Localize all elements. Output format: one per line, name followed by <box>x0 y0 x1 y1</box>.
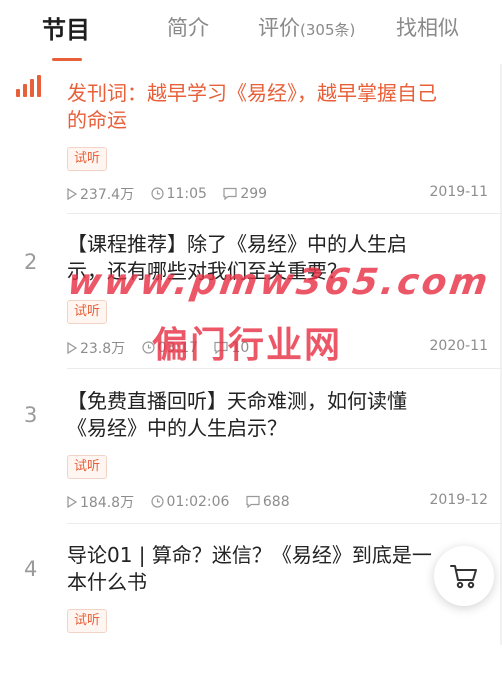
episode-date: 2019-11 <box>429 184 489 200</box>
cart-button[interactable] <box>434 546 494 606</box>
tab-reviews-count: (305条) <box>300 21 356 39</box>
episode-title: 发刊词：越早学习《易经》，越早掌握自己的命运 <box>67 81 437 132</box>
episode-date: 2020-11 <box>429 338 489 354</box>
episode-item[interactable]: 发刊词：越早学习《易经》，越早掌握自己的命运 试听 237.4万 11:05 2… <box>0 64 502 214</box>
episode-meta: 237.4万 11:05 299 <box>67 184 279 204</box>
play-count-icon <box>67 188 77 200</box>
trial-badge: 试听 <box>67 455 107 479</box>
tab-intro[interactable]: 简介 <box>167 12 209 42</box>
play-count: 184.8万 <box>80 495 135 511</box>
play-count: 237.4万 <box>80 187 135 203</box>
clock-icon <box>150 187 164 200</box>
episode-date: 2019-12 <box>429 492 489 508</box>
tab-similar[interactable]: 找相似 <box>396 12 459 42</box>
episode-title: 导论01 | 算命？迷信？《易经》到底是一本什么书 <box>67 543 432 594</box>
active-tab-indicator <box>52 58 82 61</box>
duration: 11:05 <box>166 185 207 202</box>
trial-badge: 试听 <box>67 300 107 324</box>
episode-item[interactable]: 4 导论01 | 算命？迷信？《易经》到底是一本什么书 试听 <box>0 524 502 674</box>
play-count-icon <box>67 342 77 354</box>
tab-reviews[interactable]: 评价(305条) <box>258 12 355 42</box>
watermark-text: 偏门行业网 <box>152 325 343 366</box>
clock-icon <box>150 495 164 508</box>
divider <box>67 368 502 369</box>
trial-badge: 试听 <box>67 147 107 171</box>
tab-reviews-label: 评价 <box>258 16 300 40</box>
episode-meta: 184.8万 01:02:06 688 <box>67 492 302 512</box>
comment-count: 688 <box>262 493 290 510</box>
duration: 01:02:06 <box>166 493 230 510</box>
episode-title: 【免费直播回听】天命难测，如何读懂《易经》中的人生启示？ <box>67 389 407 440</box>
play-count-icon <box>67 496 77 508</box>
comment-icon <box>223 187 237 200</box>
cart-icon <box>450 565 477 589</box>
episode-number: 2 <box>24 250 38 274</box>
trial-badge: 试听 <box>67 609 107 633</box>
episode-number: 3 <box>24 403 38 427</box>
watermark-url: www.pmw365.com <box>65 262 493 303</box>
play-count: 23.8万 <box>80 341 126 357</box>
episode-number: 4 <box>24 557 38 581</box>
tab-episodes[interactable]: 节目 <box>42 10 90 45</box>
episode-item[interactable]: 3 【免费直播回听】天命难测，如何读懂《易经》中的人生启示？ 试听 184.8万… <box>0 370 502 524</box>
comment-count: 299 <box>240 185 268 202</box>
comment-icon <box>246 495 260 508</box>
tab-bar: 节目 简介 评价(305条) 找相似 <box>0 0 502 64</box>
